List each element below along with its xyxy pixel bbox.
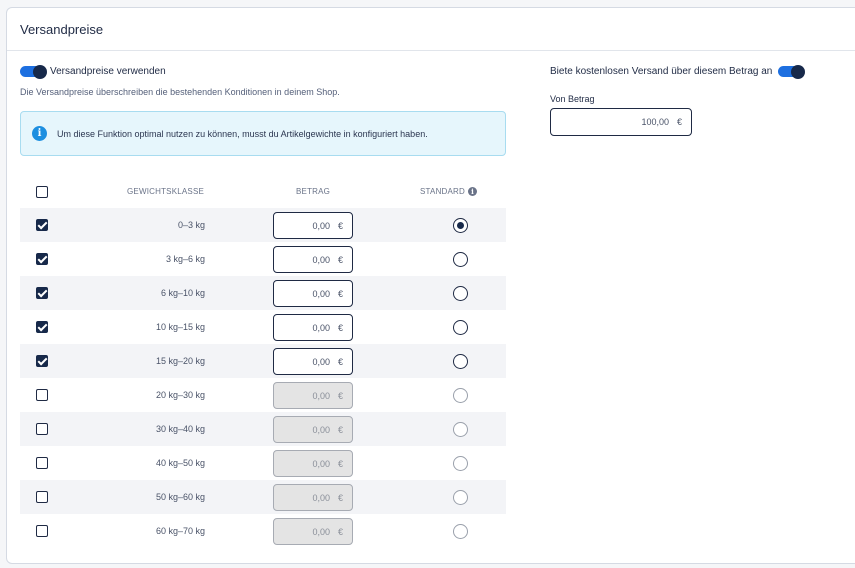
currency-symbol: € [337, 220, 343, 231]
table-row: 30 kg–40 kg 0,00 € [20, 412, 506, 446]
row-checkbox[interactable] [36, 321, 48, 333]
info-box: i Um diese Funktion optimal nutzen zu kö… [20, 111, 506, 156]
weight-class-label: 40 kg–50 kg [155, 458, 205, 468]
amount-value: 0,00 [312, 322, 330, 333]
amount-input[interactable]: 0,00 € [273, 246, 353, 273]
weight-class-label: 30 kg–40 kg [155, 424, 205, 434]
amount-input: 0,00 € [273, 484, 353, 511]
card-title: Versandpreise [20, 21, 104, 37]
row-checkbox[interactable] [36, 423, 48, 435]
amount-input: 0,00 € [273, 518, 353, 545]
standard-radio [453, 524, 468, 539]
weight-class-label: 3 kg–6 kg [165, 254, 205, 264]
amount-value: 0,00 [312, 254, 330, 265]
standard-header: STANDARD i [420, 187, 478, 197]
amount-value: 0,00 [312, 458, 330, 469]
free-shipping-row: Biete kostenlosen Versand über diesem Be… [550, 64, 806, 79]
use-shipping-prices-label: Versandpreise verwenden [50, 66, 166, 77]
amount-value: 0,00 [312, 356, 330, 367]
weight-class-header: GEWICHTSKLASSE [127, 187, 205, 196]
currency-symbol: € [337, 526, 343, 537]
weight-class-label: 60 kg–70 kg [155, 526, 205, 536]
standard-radio[interactable] [453, 354, 468, 369]
standard-radio [453, 388, 468, 403]
amount-input[interactable]: 0,00 € [273, 314, 353, 341]
currency-symbol: € [337, 288, 343, 299]
amount-value: 0,00 [312, 424, 330, 435]
amount-input: 0,00 € [273, 450, 353, 477]
table-row: 20 kg–30 kg 0,00 € [20, 378, 506, 412]
free-shipping-toggle[interactable] [778, 64, 806, 79]
row-checkbox[interactable] [36, 219, 48, 231]
amount-input[interactable]: 0,00 € [273, 212, 353, 239]
row-checkbox[interactable] [36, 287, 48, 299]
weight-class-table: GEWICHTSKLASSE BETRAG STANDARD i 0–3 kg 0,… [20, 174, 506, 548]
standard-radio [453, 490, 468, 505]
table-row: 0–3 kg 0,00 € [20, 208, 506, 242]
amount-value: 0,00 [312, 288, 330, 299]
standard-info-icon[interactable]: i [468, 187, 478, 197]
currency-symbol: € [676, 117, 682, 127]
standard-radio[interactable] [453, 218, 468, 233]
table-row: 15 kg–20 kg 0,00 € [20, 344, 506, 378]
amount-input: 0,00 € [273, 382, 353, 409]
weight-class-label: 6 kg–10 kg [160, 288, 205, 298]
shipping-prices-hint: Die Versandpreise überschreiben die best… [20, 87, 340, 97]
currency-symbol: € [337, 356, 343, 367]
row-checkbox[interactable] [36, 355, 48, 367]
weight-class-label: 10 kg–15 kg [155, 322, 205, 332]
currency-symbol: € [337, 458, 343, 469]
table-row: 60 kg–70 kg 0,00 € [20, 514, 506, 548]
row-checkbox[interactable] [36, 525, 48, 537]
currency-symbol: € [337, 322, 343, 333]
row-checkbox[interactable] [36, 253, 48, 265]
card-header: Versandpreise [7, 8, 855, 51]
weight-class-label: 0–3 kg [177, 220, 205, 230]
currency-symbol: € [337, 424, 343, 435]
currency-symbol: € [337, 492, 343, 503]
amount-value: 0,00 [312, 526, 330, 537]
standard-radio[interactable] [453, 252, 468, 267]
table-row: 3 kg–6 kg 0,00 € [20, 242, 506, 276]
table-row: 50 kg–60 kg 0,00 € [20, 480, 506, 514]
free-shipping-label: Biete kostenlosen Versand über diesem Be… [550, 66, 773, 77]
amount-value: 0,00 [312, 220, 330, 231]
standard-radio[interactable] [453, 320, 468, 335]
table-row: 10 kg–15 kg 0,00 € [20, 310, 506, 344]
use-shipping-prices-toggle[interactable] [20, 64, 47, 79]
amount-input: 0,00 € [273, 416, 353, 443]
from-amount-input[interactable]: 100,00 € [550, 108, 692, 136]
amount-header: BETRAG [296, 187, 331, 196]
select-all-checkbox[interactable] [36, 186, 48, 198]
table-row: 40 kg–50 kg 0,00 € [20, 446, 506, 480]
weight-class-label: 20 kg–30 kg [155, 390, 205, 400]
currency-symbol: € [337, 390, 343, 401]
amount-input[interactable]: 0,00 € [273, 348, 353, 375]
amount-value: 0,00 [312, 492, 330, 503]
from-amount-value: 100,00 [641, 117, 669, 127]
standard-radio [453, 456, 468, 471]
from-amount-label: Von Betrag [550, 94, 595, 104]
info-text: Um diese Funktion optimal nutzen zu könn… [57, 128, 428, 139]
table-body: 0–3 kg 0,00 €3 kg–6 kg 0,00 €6 kg–10 kg 0,00 €… [20, 208, 506, 548]
standard-radio [453, 422, 468, 437]
row-checkbox[interactable] [36, 491, 48, 503]
row-checkbox[interactable] [36, 457, 48, 469]
weight-class-label: 50 kg–60 kg [155, 492, 205, 502]
use-shipping-prices-row: Versandpreise verwenden [20, 64, 166, 79]
info-icon: i [32, 126, 47, 141]
amount-value: 0,00 [312, 390, 330, 401]
shipping-prices-card: Versandpreise Versandpreise verwenden Di… [6, 7, 855, 564]
currency-symbol: € [337, 254, 343, 265]
standard-radio[interactable] [453, 286, 468, 301]
table-header: GEWICHTSKLASSE BETRAG STANDARD i [20, 174, 506, 208]
weight-class-label: 15 kg–20 kg [155, 356, 205, 366]
amount-input[interactable]: 0,00 € [273, 280, 353, 307]
row-checkbox[interactable] [36, 389, 48, 401]
table-row: 6 kg–10 kg 0,00 € [20, 276, 506, 310]
